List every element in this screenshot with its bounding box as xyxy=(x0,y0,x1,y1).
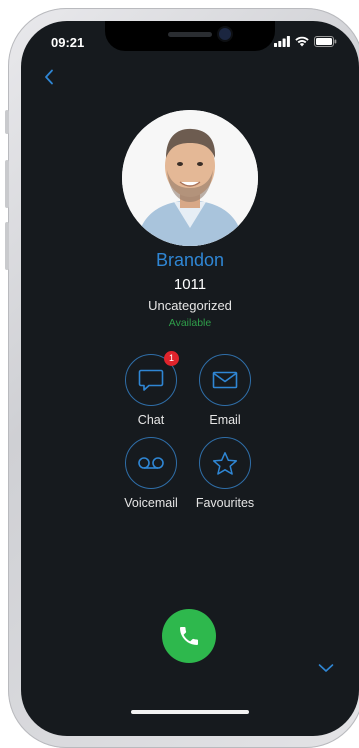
envelope-icon xyxy=(212,371,238,389)
contact-photo xyxy=(122,110,258,246)
contact-name: Brandon xyxy=(155,250,225,270)
contact-extension: 1011 xyxy=(173,276,207,293)
notch xyxy=(105,21,275,51)
chat-label: Chat xyxy=(137,413,165,427)
voicemail-button[interactable]: Voicemail xyxy=(111,437,191,510)
star-icon xyxy=(212,451,238,475)
chat-button[interactable]: 1 Chat xyxy=(111,351,191,427)
phone-side-button xyxy=(5,110,9,134)
contact-avatar xyxy=(122,110,258,246)
speaker-grille xyxy=(168,32,212,37)
phone-volume-down-button xyxy=(5,222,9,270)
front-camera xyxy=(219,28,231,40)
chat-circle: 1 xyxy=(125,351,179,406)
voicemail-circle xyxy=(125,437,177,489)
email-button[interactable]: Email xyxy=(185,354,265,427)
status-time: 09:21 xyxy=(51,35,85,50)
expand-button[interactable] xyxy=(315,659,337,677)
voicemail-label: Voicemail xyxy=(124,496,178,510)
unread-badge: 1 xyxy=(164,351,179,366)
voicemail-icon xyxy=(138,457,164,469)
presence-status: Available xyxy=(168,317,212,329)
favourites-label: Favourites xyxy=(195,496,255,510)
phone-volume-up-button xyxy=(5,160,9,208)
chat-bubble-icon xyxy=(138,369,164,391)
favourites-button[interactable]: Favourites xyxy=(185,437,265,510)
chevron-left-icon xyxy=(45,69,53,85)
wifi-icon xyxy=(295,36,309,47)
home-indicator[interactable] xyxy=(131,710,249,714)
battery-icon xyxy=(314,36,337,47)
chevron-down-icon xyxy=(318,664,334,672)
call-button[interactable] xyxy=(162,609,216,663)
email-circle xyxy=(199,354,251,406)
signal-icon xyxy=(274,36,290,47)
contact-group: Uncategorized xyxy=(148,298,232,313)
phone-screen: 09:21 Brandon 1011 Uncategorized Availab… xyxy=(21,21,359,736)
back-button[interactable] xyxy=(39,67,59,87)
favourites-circle xyxy=(199,437,251,489)
phone-icon xyxy=(180,627,198,645)
status-icons xyxy=(274,36,337,47)
email-label: Email xyxy=(209,413,241,427)
